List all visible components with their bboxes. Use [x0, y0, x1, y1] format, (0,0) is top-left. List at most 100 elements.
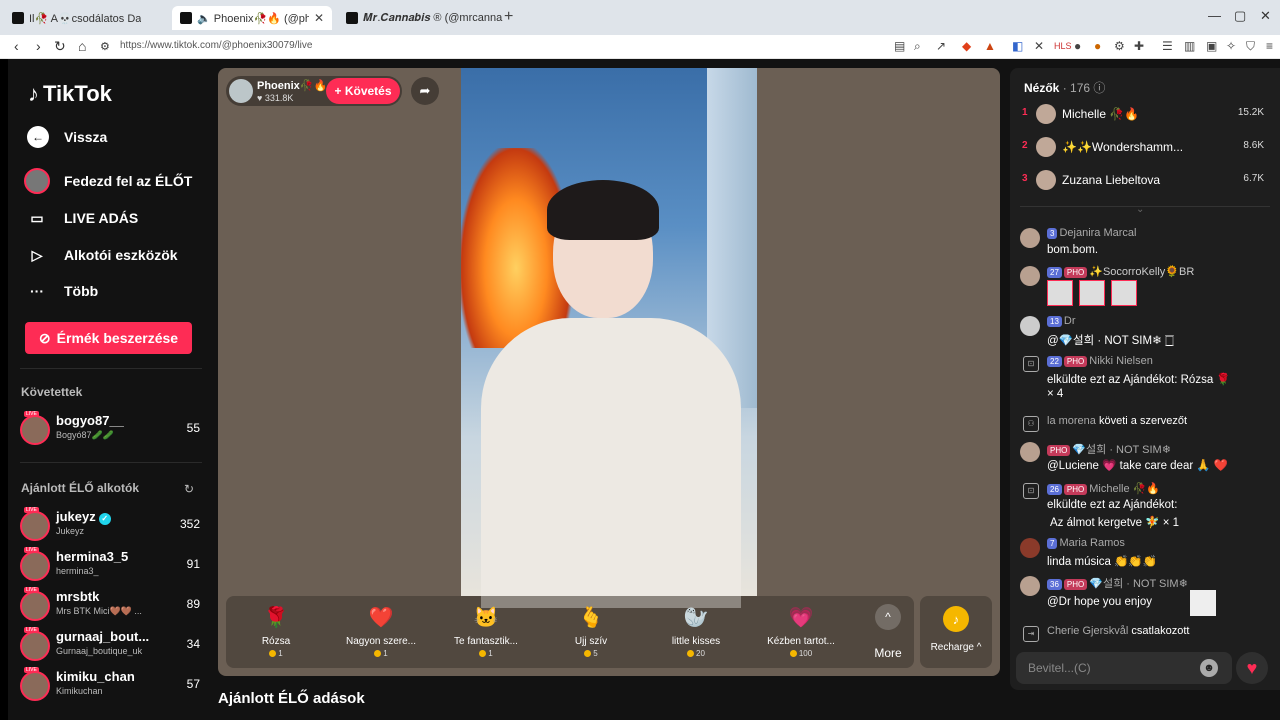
hls-extension-icon[interactable]: HLS — [1054, 41, 1072, 51]
viewers-title[interactable]: Nézők · 176 ⓘ — [1024, 79, 1105, 96]
fan-badge: PHO — [1063, 483, 1088, 495]
brave-shield-icon[interactable]: ◆ — [962, 39, 971, 53]
share-icon[interactable]: ➦ — [411, 77, 439, 105]
top-viewer[interactable]: 2 ✨✨Wondershamm... 8.6K — [1022, 136, 1264, 158]
live-video[interactable] — [461, 68, 757, 608]
minimize-icon[interactable]: — — [1208, 8, 1221, 23]
back-icon[interactable]: ‹ — [14, 38, 19, 54]
tab-csodalatos-dalma[interactable]: Il🥀 A💀csodálatos Dalma🧿 (@... — [4, 6, 149, 30]
menu-icon[interactable]: ≡ — [1266, 39, 1273, 53]
tiktok-favicon-icon — [346, 12, 358, 24]
extension-icon[interactable]: ⚙ — [1114, 39, 1125, 53]
get-coins-button[interactable]: ⊘ Érmék beszerzése — [25, 322, 192, 354]
fan-badge: PHO — [1047, 444, 1071, 456]
top-viewer[interactable]: 1 Michelle 🥀🔥 15.2K — [1022, 103, 1264, 125]
divider — [20, 368, 202, 369]
nav-live-studio[interactable]: ▭ LIVE ADÁS — [24, 205, 138, 231]
avatar — [229, 79, 253, 103]
extension-icon[interactable]: ● — [1094, 39, 1101, 53]
verified-icon: ✓ — [98, 513, 111, 525]
top-viewer[interactable]: 3 Zuzana Liebeltova 6.7K — [1022, 169, 1264, 191]
sidebar-icon[interactable]: ▥ — [1184, 39, 1195, 53]
rewards-icon[interactable]: ▲ — [984, 39, 996, 53]
recommended-item-kimiku[interactable]: LIVE kimiku_chan Kimikuchan 57 — [20, 667, 200, 703]
gift-finger-heart[interactable]: 🫰 Ujj szív 5 — [541, 602, 641, 659]
tiktok-logo[interactable]: ♪ TikTok — [28, 81, 112, 107]
avatar — [1020, 228, 1040, 248]
gift-little-kisses[interactable]: 🦭 little kisses 20 — [646, 602, 746, 659]
chevron-down-icon[interactable]: ⌄ — [1136, 204, 1144, 215]
live-stream-player[interactable]: Phoenix🥀🔥 ♥ 331.8K + Követés ➦ 🌹 Rózsa 1… — [218, 68, 1000, 676]
coin-icon — [374, 650, 382, 658]
host-info[interactable]: Phoenix🥀🔥 ♥ 331.8K + Követés — [226, 76, 402, 106]
follow-button[interactable]: + Követés — [326, 78, 400, 104]
following-item[interactable]: LIVE bogyo87__ Bogyó87🥒🥒 55 — [20, 411, 200, 447]
url-field[interactable]: https://www.tiktok.com/@phoenix30079/liv… — [120, 40, 312, 51]
leo-icon[interactable]: ✧ — [1226, 39, 1236, 53]
tab-list-icon[interactable]: ☰ — [1162, 39, 1173, 53]
recommended-live-heading: Ajánlott ÉLŐ adások — [218, 690, 365, 707]
wallet-icon[interactable]: ▣ — [1206, 39, 1217, 53]
gift-bar: 🌹 Rózsa 1 ❤️ Nagyon szere... 1 🐱 Te fant… — [226, 596, 914, 668]
chevron-up-icon: ^ — [875, 604, 901, 630]
gift-love-you-so-much[interactable]: ❤️ Nagyon szere... 1 — [331, 602, 431, 659]
recommended-item-jukeyz[interactable]: LIVE jukeyz ✓ Jukeyz 352 — [20, 507, 200, 543]
nav-back[interactable]: ← Vissza — [24, 124, 107, 150]
avatar — [20, 631, 50, 661]
like-heart-icon[interactable]: ♥ — [1236, 652, 1268, 684]
more-gifts-button[interactable]: ^ More — [866, 604, 910, 660]
recommended-item-hermina[interactable]: LIVE hermina3_5 hermina3_ 91 — [20, 547, 200, 583]
info-icon[interactable]: ⓘ — [1093, 81, 1105, 95]
forward-icon[interactable]: › — [36, 38, 41, 54]
emoji-icon[interactable]: ☻ — [1200, 659, 1218, 677]
window-close-icon[interactable]: ✕ — [1260, 8, 1271, 24]
nav-creator-tools[interactable]: ▷ Alkotói eszközök — [24, 242, 178, 268]
close-tab-icon[interactable]: ✕ — [314, 11, 324, 25]
cat-icon: 🐱 — [473, 606, 499, 629]
zoom-icon[interactable]: ⌕ — [914, 39, 921, 54]
avatar-icon — [24, 168, 50, 194]
finger-heart-icon: 🫰 — [578, 606, 604, 629]
vpn-icon[interactable]: ⛉ — [1246, 39, 1255, 54]
translate-icon[interactable]: ◧ — [1012, 39, 1023, 53]
recommended-item-mrsbtk[interactable]: LIVE mrsbtk Mrs BTK Mici🤎🤎 ... 89 — [20, 587, 200, 623]
nav-more[interactable]: ··· Több — [24, 278, 98, 304]
tab-mr-cannabis[interactable]: 𝑴𝒓.𝑪𝒂𝒏𝒏𝒂𝒃𝒊𝒔 ® (@mrcannabis_) — [338, 6, 511, 30]
browser-tab-bar: Il🥀 A💀csodálatos Dalma🧿 (@... 🔈 Phoenix🥀… — [0, 0, 1280, 35]
avatar — [20, 671, 50, 701]
heart-icon: ❤️ — [368, 606, 394, 629]
live-badge: LIVE — [24, 667, 39, 673]
refresh-icon[interactable]: ↻ — [184, 482, 194, 496]
avatar — [1020, 266, 1040, 286]
tab-phoenix-live[interactable]: 🔈 Phoenix🥀🔥 (@phoenix3007... ✕ — [172, 6, 332, 30]
browser-address-bar: ‹ › ↻ ⌂ ⚙ https://www.tiktok.com/@phoeni… — [0, 35, 1280, 59]
puzzle-icon[interactable]: ✚ — [1134, 39, 1144, 53]
reload-icon[interactable]: ↻ — [54, 38, 66, 55]
extension-icon[interactable]: ✕ — [1034, 39, 1044, 53]
hearts-icon: 💗 — [788, 606, 814, 629]
new-tab-button[interactable]: + — [504, 8, 513, 26]
reader-icon[interactable]: ▤ — [894, 39, 905, 53]
home-icon[interactable]: ⌂ — [78, 38, 86, 54]
gift-you-are-awesome[interactable]: 🐱 Te fantasztik... 1 — [436, 602, 536, 659]
avatar — [1036, 170, 1056, 190]
gift-rose[interactable]: 🌹 Rózsa 1 — [226, 602, 326, 659]
share-page-icon[interactable]: ↗ — [936, 39, 946, 53]
divider — [1020, 206, 1270, 207]
recommended-item-gurnaaj[interactable]: LIVE gurnaaj_bout... Gurnaaj_boutique_uk… — [20, 627, 200, 663]
gift-hand-hearts[interactable]: 💗 Kézben tartot... 100 — [751, 602, 851, 659]
rose-icon: 🌹 — [263, 606, 289, 629]
camera-icon: ▭ — [30, 209, 44, 226]
coin-icon: ⊘ — [38, 329, 51, 346]
extension-icon[interactable]: ● — [1074, 39, 1081, 53]
level-badge: 7 — [1047, 537, 1058, 549]
nav-explore-live[interactable]: Fedezd fel az ÉLŐT — [24, 168, 192, 194]
avatar — [1036, 137, 1056, 157]
recommended-title: Ajánlott ÉLŐ alkotók — [21, 481, 140, 495]
level-badge: 3 — [1047, 227, 1058, 239]
maximize-icon[interactable]: ▢ — [1234, 8, 1246, 24]
coin-icon: ♪ — [943, 606, 969, 632]
site-settings-icon[interactable]: ⚙ — [100, 40, 110, 53]
recharge-button[interactable]: ♪ Recharge ^ — [920, 596, 992, 668]
user-follow-icon: ⚇ — [1023, 416, 1039, 432]
